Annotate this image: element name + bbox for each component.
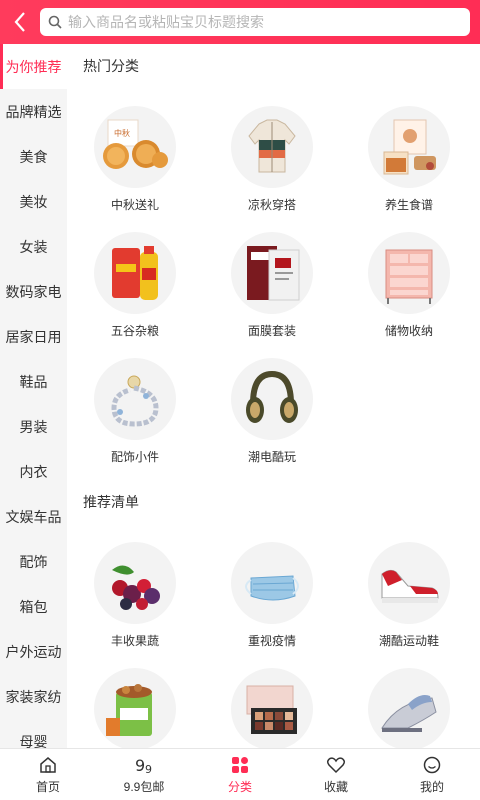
category-content: 热门分类 中秋 中秋送礼 凉秋穿搭 养生食谱 五谷杂粮 面膜套装 储物收纳 配饰… [67, 44, 480, 748]
category-sidebar: 为你推荐 品牌精选 美食 美妆 女装 数码家电 居家日用 鞋品 男装 内衣 文娱… [0, 44, 67, 748]
rice-oil-icon [94, 232, 176, 314]
tab-nine-nine[interactable]: 99 9.9包邮 [96, 749, 192, 800]
iron-icon [368, 668, 450, 748]
sidebar-item-women[interactable]: 女装 [0, 224, 67, 269]
home-icon [38, 755, 58, 775]
section-title-recommend: 推荐清单 [83, 494, 139, 510]
sidebar-item-shoes[interactable]: 鞋品 [0, 359, 67, 404]
recommend-item[interactable]: 重视疫情 [212, 542, 332, 649]
tab-home[interactable]: 首页 [0, 749, 96, 800]
search-placeholder: 输入商品名或粘贴宝贝标题搜索 [68, 14, 264, 30]
sidebar-item-textile[interactable]: 家装家纺 [0, 674, 67, 719]
tab-favorites[interactable]: 收藏 [288, 749, 384, 800]
tab-profile[interactable]: 我的 [384, 749, 480, 800]
category-item[interactable]: 养生食谱 [349, 106, 469, 213]
mooncake-icon: 中秋 [94, 106, 176, 188]
chevron-left-icon [14, 12, 25, 32]
face-mask-icon [231, 232, 313, 314]
category-item[interactable]: 凉秋穿搭 [212, 106, 332, 213]
sidebar-item-bags[interactable]: 箱包 [0, 584, 67, 629]
sidebar-item-men[interactable]: 男装 [0, 404, 67, 449]
search-icon [48, 15, 62, 29]
recommend-item[interactable] [212, 668, 332, 748]
sidebar-item-food[interactable]: 美食 [0, 134, 67, 179]
category-item[interactable]: 储物收纳 [349, 232, 469, 339]
section-title-hot: 热门分类 [83, 58, 139, 74]
sidebar-item-outdoor[interactable]: 户外运动 [0, 629, 67, 674]
bracelet-icon [94, 358, 176, 440]
sidebar-item-digital[interactable]: 数码家电 [0, 269, 67, 314]
recommend-item[interactable] [349, 668, 469, 748]
sidebar-item-home[interactable]: 居家日用 [0, 314, 67, 359]
tab-category[interactable]: 分类 [192, 749, 288, 800]
heart-icon [326, 755, 346, 775]
category-icon [230, 755, 250, 775]
eyeshadow-palette-icon [231, 668, 313, 748]
headphones-icon [231, 358, 313, 440]
sidebar-item-beauty[interactable]: 美妆 [0, 179, 67, 224]
nine-nine-icon: 99 [133, 755, 155, 775]
sneaker-icon [368, 542, 450, 624]
storage-drawer-icon [368, 232, 450, 314]
profile-icon [422, 755, 442, 775]
recommend-item[interactable] [75, 668, 195, 748]
jacket-icon [231, 106, 313, 188]
category-item[interactable]: 面膜套装 [212, 232, 332, 339]
svg-text:中秋: 中秋 [114, 128, 130, 138]
medical-mask-icon [231, 542, 313, 624]
category-item[interactable]: 五谷杂粮 [75, 232, 195, 339]
category-item[interactable]: 配饰小件 [75, 358, 195, 465]
recommend-item[interactable]: 潮酷运动鞋 [349, 542, 469, 649]
sidebar-item-recommend[interactable]: 为你推荐 [0, 44, 67, 89]
top-bar: 输入商品名或粘贴宝贝标题搜索 [0, 0, 480, 44]
category-item[interactable]: 中秋 中秋送礼 [75, 106, 195, 213]
svg-text:9: 9 [135, 756, 145, 775]
bottom-tab-bar: 首页 99 9.9包邮 分类 收藏 我的 [0, 748, 480, 800]
sidebar-item-accessory[interactable]: 配饰 [0, 539, 67, 584]
sidebar-item-underwear[interactable]: 内衣 [0, 449, 67, 494]
tea-icon [368, 106, 450, 188]
svg-text:9: 9 [145, 763, 152, 775]
sidebar-item-car[interactable]: 文娱车品 [0, 494, 67, 539]
snack-bucket-icon [94, 668, 176, 748]
back-button[interactable] [0, 0, 40, 44]
sidebar-item-baby[interactable]: 母婴 [0, 719, 67, 749]
search-input[interactable]: 输入商品名或粘贴宝贝标题搜索 [40, 8, 470, 36]
sidebar-item-brand[interactable]: 品牌精选 [0, 89, 67, 134]
recommend-item[interactable]: 丰收果蔬 [75, 542, 195, 649]
category-item[interactable]: 潮电酷玩 [212, 358, 332, 465]
fruit-icon [94, 542, 176, 624]
